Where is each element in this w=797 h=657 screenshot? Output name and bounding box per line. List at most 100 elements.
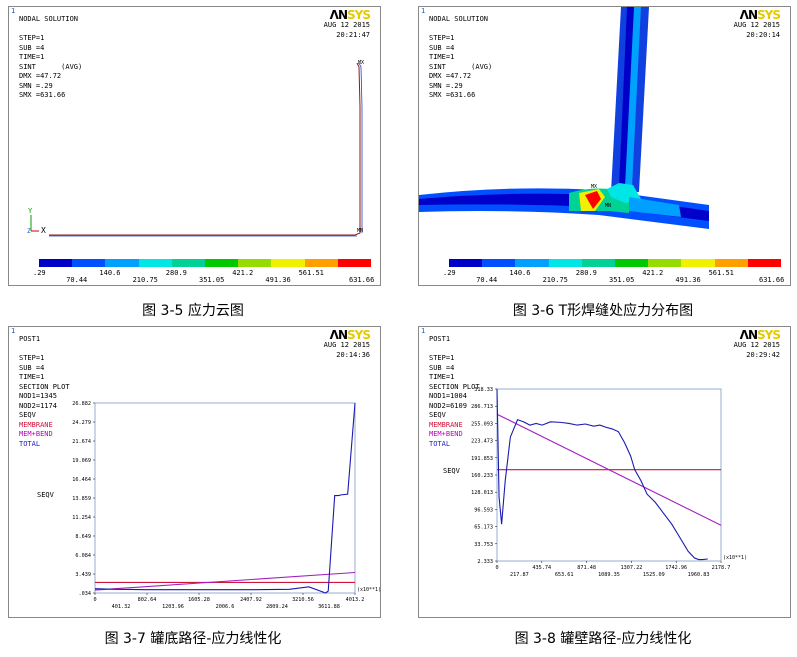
legend-color-cell: [747, 259, 782, 267]
legend-tick-label: 491.36: [675, 276, 701, 284]
legend-tick-label: 280.9: [575, 269, 597, 277]
series-line-mem-bend: [94, 571, 356, 591]
y-tick-label: 19.069: [72, 458, 91, 464]
legend-tick-label: 70.44: [66, 276, 88, 284]
y-tick-label: 191.853: [471, 456, 493, 462]
legend-color-cell: [449, 259, 483, 267]
legend-tick-label: 631.66: [349, 276, 375, 284]
legend-color-cell: [482, 259, 516, 267]
legend-color-cell: [337, 259, 372, 267]
y-tick-label: 96.593: [474, 507, 493, 513]
x-tick-label: 2006.6: [216, 604, 235, 610]
legend-color-cell: [548, 259, 582, 267]
legend-tick-label: 561.51: [708, 269, 734, 277]
legend-color-cell: [238, 259, 272, 267]
section-chart-2: 2.333 33.753 65.173 96.593 128.013 160.233 191…: [443, 387, 747, 578]
legend-color-cell: [39, 259, 73, 267]
axis-x-label: X: [41, 226, 46, 235]
y-tick-label: 11.254: [72, 515, 91, 521]
series-line-total: [496, 389, 708, 561]
legend-tick-label: 421.2: [232, 269, 254, 277]
contour-plot-panel-2: 1 ΛNSYS NODAL SOLUTION STEP=1 SUB =4 TIME=…: [418, 6, 791, 286]
legend-color-cell: [714, 259, 748, 267]
legend-color-cell: [205, 259, 239, 267]
y-tick-label: 3.439: [75, 572, 91, 578]
y-tick-label: 33.753: [474, 542, 493, 548]
axis-y-label: Y: [28, 207, 33, 215]
y-tick-label: 24.279: [72, 420, 91, 426]
section-plot-panel-2: 1 ΛNSYS POST1 STEP=1 SUB =4 TIME=1 SECTION …: [418, 326, 791, 618]
legend-tick-label: 491.36: [265, 276, 291, 284]
axis-z-label: Z: [27, 228, 31, 235]
legend-tick-label: 561.51: [298, 269, 324, 277]
legend-tick-label: 280.9: [165, 269, 187, 277]
y-tick-label: 65.173: [474, 525, 493, 531]
figure-caption-3-7: 图 3-7 罐底路径-应力线性化: [104, 631, 282, 647]
y-tick-label: 255.093: [471, 421, 493, 427]
legend-color-cell: [581, 259, 616, 267]
legend-color-cell: [271, 259, 305, 267]
y-tick-label: 21.674: [72, 439, 91, 445]
legend-color-cell: [105, 259, 139, 267]
legend-tick-label: 70.44: [476, 276, 498, 284]
legend-tick-label: 210.75: [132, 276, 158, 284]
x-tick-label: 2809.24: [266, 604, 288, 610]
legend-color-cell: [615, 259, 649, 267]
section-plot-panel-1: 1 ΛNSYS POST1 STEP=1 SUB =4 TIME=1 SECTION …: [8, 326, 381, 618]
x-tick-label: 2178.7: [712, 565, 731, 571]
legend-color-cell: [515, 259, 549, 267]
legend-color-cell: [171, 259, 206, 267]
x-tick-label: 1960.83: [688, 572, 710, 578]
plot-frame: [94, 402, 356, 594]
y-tick-label: 6.084: [75, 553, 91, 559]
legend-tick-label: 140.6: [99, 269, 121, 277]
figure-caption-3-8: 图 3-8 罐壁路径-应力线性化: [514, 631, 692, 647]
x-tick-label: 3611.88: [318, 604, 340, 610]
legend-tick-label: 631.66: [759, 276, 785, 284]
x-tick-label: 1742.96: [665, 565, 687, 571]
x-tick-label: 4013.2: [346, 597, 365, 603]
y-tick-label: 318.33: [474, 387, 493, 393]
y-tick-label: 26.882: [72, 401, 91, 407]
x-tick-label: 653.61: [555, 572, 574, 578]
legend-tick-label: 140.6: [509, 269, 531, 277]
contour-plot-panel-1: 1 ΛNSYS NODAL SOLUTION STEP=1 SUB =4 TIME=…: [8, 6, 381, 286]
x-tick-label: 1089.35: [598, 572, 620, 578]
section-chart-1: .034 3.439 6.084 8.649 11.254 13.859 16.464 19.…: [37, 401, 380, 610]
y-tick-label: 16.464: [72, 477, 91, 483]
legend-color-cell: [72, 259, 106, 267]
y-tick-label: 286.713: [471, 404, 493, 410]
t-weld-model-view: MX MN: [419, 7, 709, 229]
x-tick-label: 0: [93, 597, 96, 603]
legend-tick-label: 351.05: [609, 276, 635, 284]
y-tick-label: 128.013: [471, 490, 493, 496]
contour-legend: [449, 259, 782, 269]
mn-marker: MN: [357, 228, 363, 234]
plot-frame: [496, 388, 722, 562]
model-view: MX MN Y Z X: [27, 60, 364, 237]
series-line-total: [94, 402, 356, 594]
x-multiplier-label: (x10**1): [723, 555, 747, 561]
x-tick-label: 1605.28: [188, 597, 210, 603]
x-tick-label: 802.64: [138, 597, 157, 603]
contour-legend: [39, 259, 372, 269]
legend-color-cell: [648, 259, 682, 267]
y-axis-label: SEQV: [443, 467, 461, 475]
figure-caption-3-5: 图 3-5 应力云图: [142, 303, 244, 319]
y-tick-label: 160.233: [471, 473, 493, 479]
legend-tick-label: .29: [33, 269, 46, 277]
mx-marker: MX: [591, 184, 597, 190]
y-axis-label: SEQV: [37, 491, 55, 499]
figure-caption-3-6: 图 3-6 T形焊缝处应力分布图: [512, 303, 694, 319]
y-tick-label: .034: [79, 591, 92, 597]
legend-tick-label: 210.75: [542, 276, 568, 284]
x-tick-label: 2407.92: [240, 597, 262, 603]
x-tick-label: 0: [495, 565, 498, 571]
x-tick-label: 3210.56: [292, 597, 314, 603]
x-tick-label: 1307.22: [620, 565, 642, 571]
legend-tick-label: .29: [443, 269, 456, 277]
y-tick-label: 2.333: [477, 559, 493, 565]
mx-marker: MX: [358, 60, 364, 66]
legend-color-cell: [681, 259, 715, 267]
y-tick-label: 8.649: [75, 534, 91, 540]
